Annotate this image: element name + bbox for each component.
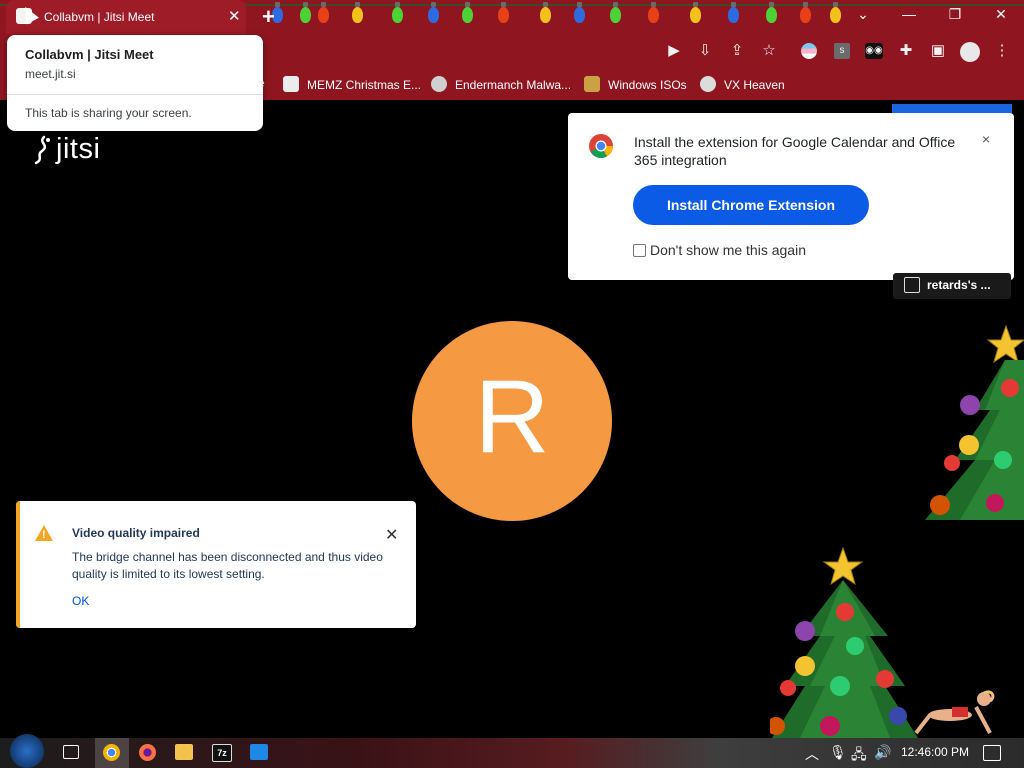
screen-sharing-note: This tab is sharing your screen. [25, 106, 192, 120]
extension-message: Install the extension for Google Calenda… [634, 134, 956, 168]
volume-icon[interactable]: 🔊 [874, 744, 891, 761]
restore-icon[interactable]: ❐ [937, 6, 973, 23]
flag-extension-icon[interactable] [801, 43, 817, 59]
jitsi-logo[interactable]: jitsi [56, 133, 100, 166]
notification-accent-bar [16, 501, 20, 628]
toolbar-accent-strip [892, 104, 1012, 113]
extension-glasses-icon[interactable]: ◉◉ [865, 43, 883, 59]
bookmark-label: MEMZ Christmas E... [307, 78, 422, 92]
tab-close-icon[interactable]: ✕ [228, 7, 241, 25]
christmas-light-icon [300, 2, 311, 23]
7zip-taskbar-icon[interactable]: 7z [212, 744, 232, 762]
jitsi-logo-icon [34, 135, 50, 165]
bookmark-label: Windows ISOs [608, 78, 687, 92]
participant-name: retards's ... [927, 278, 991, 292]
christmas-light-icon [800, 2, 811, 23]
bookmark-label: VX Heaven [724, 78, 785, 92]
christmas-tree-decoration [770, 546, 920, 738]
bookmark-windows-isos[interactable]: Windows ISOs [584, 76, 687, 92]
bookmark-memz[interactable]: MEMZ Christmas E... [283, 76, 421, 92]
install-extension-popup: Install the extension for Google Calenda… [568, 113, 1014, 280]
bookmark-endermanch[interactable]: Endermanch Malwa... [431, 76, 571, 92]
notification-title: Video quality impaired [72, 526, 200, 540]
christmas-tree-decoration [915, 320, 1024, 555]
tab-title: Collabvm | Jitsi Meet [44, 10, 155, 24]
christmas-light-icon [462, 2, 473, 23]
screen-share-icon [904, 277, 920, 293]
warning-exclamation: ! [42, 529, 46, 541]
chrome-logo-icon [589, 134, 613, 159]
share-icon[interactable]: ⇪ [728, 42, 746, 60]
browser-tab-active[interactable]: Collabvm | Jitsi Meet ✕ [6, 0, 246, 34]
camera-icon[interactable]: ▶ [665, 42, 683, 60]
christmas-light-icon [648, 2, 659, 23]
tab-hover-card: Collabvm | Jitsi Meet meet.jit.si This t… [7, 35, 263, 131]
video-quality-notification: ! Video quality impaired The bridge chan… [16, 501, 416, 628]
file-explorer-taskbar-icon[interactable] [175, 744, 193, 760]
popup-close-icon[interactable]: × [982, 131, 990, 147]
extensions-puzzle-icon[interactable]: ✚ [897, 42, 915, 60]
christmas-light-icon [540, 2, 551, 23]
bookmark-favicon-icon [584, 76, 600, 92]
christmas-light-icon [574, 2, 585, 23]
window-close-icon[interactable]: ✕ [983, 6, 1019, 23]
taskbar-clock[interactable]: 12:46:00 PM [901, 745, 969, 759]
christmas-light-icon [830, 2, 841, 23]
bookmark-favicon-icon [431, 76, 447, 92]
network-icon[interactable]: 🖧 [851, 744, 867, 768]
install-app-icon[interactable]: ⇩ [696, 42, 714, 60]
start-orb-icon[interactable] [10, 734, 44, 768]
firefox-taskbar-icon[interactable] [139, 744, 156, 761]
christmas-light-icon [498, 2, 509, 23]
action-center-icon[interactable] [983, 745, 1001, 761]
christmas-light-icon [728, 2, 739, 23]
task-view-icon[interactable] [63, 745, 79, 759]
christmas-light-icon [766, 2, 777, 23]
christmas-light-icon [318, 2, 329, 23]
menu-kebab-icon[interactable]: ⋮ [993, 42, 1011, 60]
install-chrome-extension-button[interactable]: Install Chrome Extension [633, 185, 869, 225]
christmas-light-icon [610, 2, 621, 23]
bookmark-favicon-icon [283, 76, 299, 92]
avatar-letter: R [474, 359, 550, 475]
christmas-light-icon [428, 2, 439, 23]
christmas-light-icon [352, 2, 363, 23]
dont-show-again-checkbox[interactable] [633, 244, 646, 257]
app-taskbar-icon[interactable] [250, 744, 268, 760]
notification-ok-button[interactable]: OK [72, 594, 89, 608]
bookmark-label: Endermanch Malwa... [455, 78, 572, 92]
hover-card-title: Collabvm | Jitsi Meet [25, 47, 154, 62]
christmas-light-icon [690, 2, 701, 23]
new-tab-button[interactable]: + [262, 4, 275, 30]
bookmark-star-icon[interactable]: ☆ [760, 42, 778, 60]
side-panel-icon[interactable]: ▣ [929, 42, 947, 60]
bookmark-favicon-icon [700, 76, 716, 92]
bookmark-vx-heaven[interactable]: VX Heaven [700, 76, 785, 92]
hover-card-url: meet.jit.si [25, 67, 76, 81]
tray-expand-icon[interactable]: ︿ [805, 744, 819, 764]
dancing-figure-decoration [910, 685, 1000, 742]
microphone-icon[interactable]: 🎙 [829, 744, 847, 761]
s-extension-icon[interactable]: s [834, 43, 850, 59]
christmas-light-icon [392, 2, 403, 23]
notification-close-icon[interactable]: ✕ [385, 525, 398, 545]
hover-card-divider [7, 94, 263, 95]
minimize-icon[interactable]: — [891, 6, 927, 22]
notification-body: The bridge channel has been disconnected… [72, 550, 383, 581]
dont-show-again-label[interactable]: Don't show me this again [650, 242, 806, 258]
tab-search-icon[interactable]: ⌄ [845, 6, 881, 23]
chrome-taskbar-icon[interactable] [103, 744, 120, 761]
profile-avatar[interactable] [960, 42, 980, 62]
